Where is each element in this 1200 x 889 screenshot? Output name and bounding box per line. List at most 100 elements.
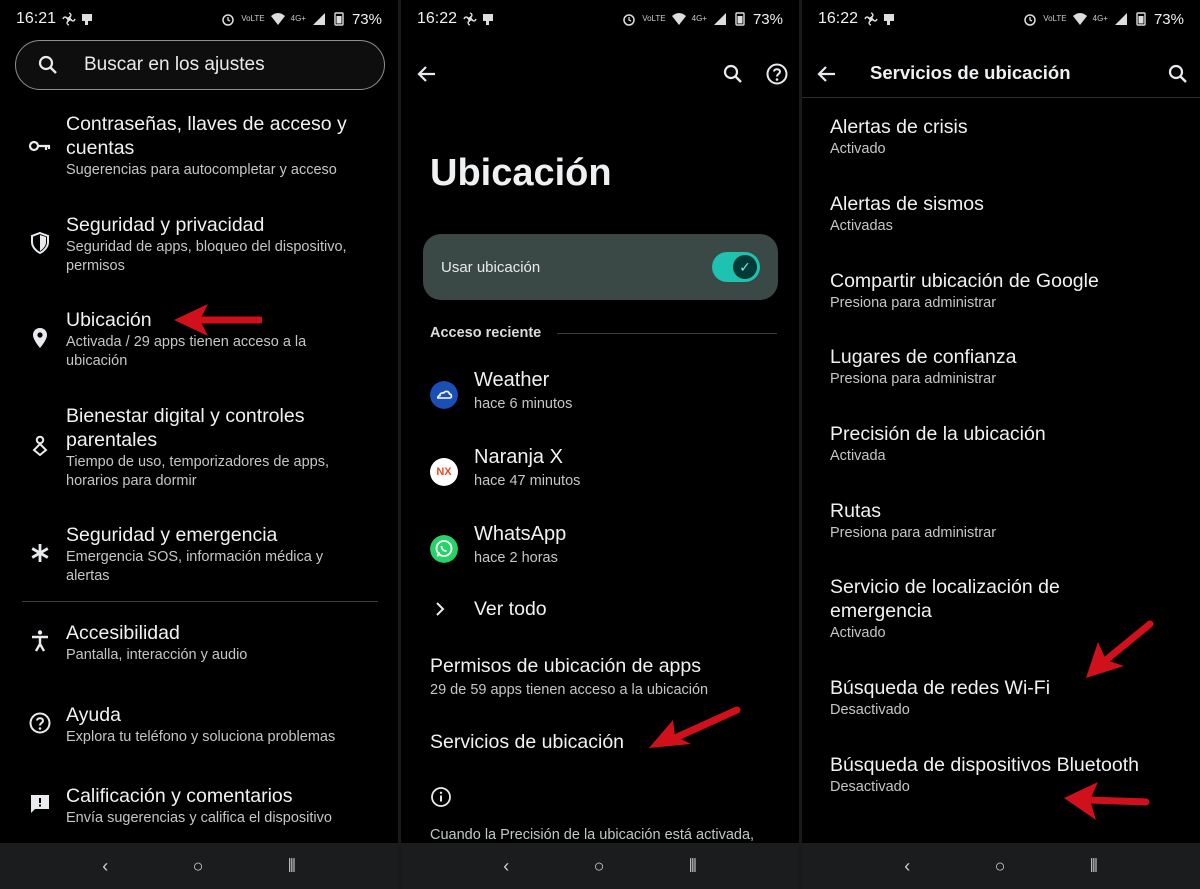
battery-icon bbox=[334, 12, 344, 26]
wifi-icon bbox=[1072, 13, 1087, 25]
item-subtitle: Presiona para administrar bbox=[830, 371, 997, 387]
item-title: Alertas de crisis bbox=[830, 116, 968, 138]
location-services-item[interactable]: Servicios de ubicación bbox=[401, 731, 799, 761]
item-title: Precisión de la ubicación bbox=[830, 423, 1046, 445]
app-name: Naranja X bbox=[474, 446, 563, 468]
item-title: Servicios de ubicación bbox=[430, 731, 625, 753]
toolbar-divider bbox=[802, 97, 1200, 98]
asterisk-icon bbox=[31, 544, 49, 562]
recent-app-row[interactable]: NX Naranja X hace 47 minutos bbox=[401, 446, 799, 506]
service-item-location-accuracy[interactable]: Precisión de la ubicación Activada bbox=[830, 422, 1180, 464]
settings-item-security[interactable]: Seguridad y privacidad Seguridad de apps… bbox=[0, 213, 398, 279]
settings-item-subtitle: Activada / 29 apps tienen acceso a la ub… bbox=[66, 334, 307, 369]
naranja-x-icon: NX bbox=[430, 458, 458, 486]
help-icon[interactable] bbox=[765, 62, 789, 86]
info-icon bbox=[431, 787, 451, 807]
settings-item-title: Contraseñas, llaves de acceso y cuentas bbox=[66, 113, 347, 159]
status-time: 16:22 bbox=[818, 10, 859, 27]
wellbeing-icon bbox=[32, 435, 48, 457]
service-item-emergency-location[interactable]: Servicio de localización de emergencia A… bbox=[830, 575, 1160, 641]
nav-recents-button[interactable]: ⦀ bbox=[1090, 856, 1098, 877]
location-pin-icon bbox=[33, 328, 47, 348]
settings-item-title: Ubicación bbox=[66, 309, 152, 331]
page-title: Ubicación bbox=[430, 152, 612, 194]
back-arrow-icon[interactable] bbox=[415, 62, 439, 86]
service-item-bluetooth-scanning[interactable]: Búsqueda de dispositivos Bluetooth Desac… bbox=[830, 753, 1140, 795]
back-arrow-icon[interactable] bbox=[815, 62, 839, 86]
service-item-earthquake-alerts[interactable]: Alertas de sismos Activadas bbox=[830, 192, 1180, 234]
network-type-label: 4G+ bbox=[290, 14, 306, 23]
network-type-label: 4G+ bbox=[691, 14, 707, 23]
service-item-trusted-places[interactable]: Lugares de confianza Presiona para admin… bbox=[830, 345, 1180, 387]
app-notification-icon bbox=[483, 14, 494, 25]
nav-home-button[interactable]: ○ bbox=[995, 856, 1006, 877]
fan-icon bbox=[62, 12, 76, 26]
see-all-row[interactable]: Ver todo bbox=[401, 596, 799, 626]
service-item-wifi-scanning[interactable]: Búsqueda de redes Wi-Fi Desactivado bbox=[830, 676, 1180, 718]
check-icon: ✓ bbox=[733, 255, 757, 279]
nav-recents-button[interactable]: ⦀ bbox=[288, 856, 296, 877]
service-item-google-location-sharing[interactable]: Compartir ubicación de Google Presiona p… bbox=[830, 269, 1180, 311]
key-icon bbox=[28, 140, 51, 152]
settings-item-safety-emergency[interactable]: Seguridad y emergencia Emergencia SOS, i… bbox=[0, 523, 398, 589]
search-placeholder: Buscar en los ajustes bbox=[84, 54, 265, 75]
nav-back-button[interactable]: ‹ bbox=[102, 856, 108, 877]
section-divider bbox=[557, 333, 777, 334]
fan-icon bbox=[463, 12, 477, 26]
navigation-bar: ‹ ○ ⦀ bbox=[401, 843, 799, 889]
app-access-time: hace 47 minutos bbox=[474, 473, 581, 489]
settings-item-subtitle: Tiempo de uso, temporizadores de apps, h… bbox=[66, 454, 330, 489]
settings-panel: 16:21 VoLTE 4G+ 73% Buscar en los ajuste… bbox=[0, 0, 398, 889]
volte-label: VoLTE bbox=[1043, 14, 1067, 23]
app-location-permissions-item[interactable]: Permisos de ubicación de apps 29 de 59 a… bbox=[401, 655, 799, 701]
nav-back-button[interactable]: ‹ bbox=[503, 856, 509, 877]
network-type-label: 4G+ bbox=[1092, 14, 1108, 23]
settings-item-location[interactable]: Ubicación Activada / 29 apps tienen acce… bbox=[0, 308, 398, 374]
settings-item-accessibility[interactable]: Accesibilidad Pantalla, interacción y au… bbox=[0, 621, 398, 667]
settings-item-feedback[interactable]: Calificación y comentarios Envía sugeren… bbox=[0, 784, 398, 830]
settings-item-title: Bienestar digital y controles parentales bbox=[66, 405, 305, 451]
nav-home-button[interactable]: ○ bbox=[594, 856, 605, 877]
item-title: Permisos de ubicación de apps bbox=[430, 655, 701, 677]
search-icon bbox=[38, 55, 57, 74]
recent-app-row[interactable]: WhatsApp hace 2 horas bbox=[401, 523, 799, 583]
settings-item-passwords[interactable]: Contraseñas, llaves de acceso y cuentas … bbox=[0, 112, 398, 184]
status-bar: 16:22 VoLTE 4G+ 73% bbox=[802, 0, 1200, 38]
nav-home-button[interactable]: ○ bbox=[193, 856, 204, 877]
recent-app-row[interactable]: Weather hace 6 minutos bbox=[401, 369, 799, 429]
use-location-toggle-card[interactable]: Usar ubicación ✓ bbox=[423, 234, 778, 300]
accessibility-icon bbox=[32, 630, 48, 652]
status-bar: 16:22 VoLTE 4G+ 73% bbox=[401, 0, 799, 38]
shield-icon bbox=[31, 231, 49, 255]
nav-back-button[interactable]: ‹ bbox=[904, 856, 910, 877]
item-title: Alertas de sismos bbox=[830, 193, 984, 215]
service-item-crisis-alerts[interactable]: Alertas de crisis Activado bbox=[830, 115, 1180, 157]
settings-item-title: Accesibilidad bbox=[66, 622, 180, 644]
settings-item-subtitle: Explora tu teléfono y soluciona problema… bbox=[66, 729, 336, 745]
search-icon[interactable] bbox=[721, 62, 745, 86]
wifi-icon bbox=[270, 13, 285, 25]
item-subtitle: Presiona para administrar bbox=[830, 295, 997, 311]
settings-item-help[interactable]: Ayuda Explora tu teléfono y soluciona pr… bbox=[0, 703, 398, 749]
signal-icon bbox=[312, 13, 325, 25]
battery-icon bbox=[735, 12, 745, 26]
item-subtitle: Desactivado bbox=[830, 702, 910, 718]
settings-item-title: Seguridad y emergencia bbox=[66, 524, 278, 546]
use-location-switch[interactable]: ✓ bbox=[712, 252, 760, 282]
settings-search-bar[interactable]: Buscar en los ajustes bbox=[15, 40, 385, 90]
recent-access-header: Acceso reciente bbox=[430, 325, 542, 341]
status-time: 16:22 bbox=[417, 10, 458, 27]
service-item-routes[interactable]: Rutas Presiona para administrar bbox=[830, 499, 1180, 541]
wifi-icon bbox=[671, 13, 686, 25]
nav-recents-button[interactable]: ⦀ bbox=[689, 856, 697, 877]
item-subtitle: Activado bbox=[830, 625, 886, 641]
settings-item-digital-wellbeing[interactable]: Bienestar digital y controles parentales… bbox=[0, 404, 398, 494]
battery-percent: 73% bbox=[752, 10, 783, 28]
settings-item-title: Ayuda bbox=[66, 704, 121, 726]
battery-percent: 73% bbox=[1153, 10, 1184, 28]
search-icon[interactable] bbox=[1166, 62, 1190, 86]
use-location-label: Usar ubicación bbox=[441, 258, 541, 276]
navigation-bar: ‹ ○ ⦀ bbox=[0, 843, 398, 889]
item-subtitle: Activado bbox=[830, 141, 886, 157]
item-subtitle: Presiona para administrar bbox=[830, 525, 997, 541]
